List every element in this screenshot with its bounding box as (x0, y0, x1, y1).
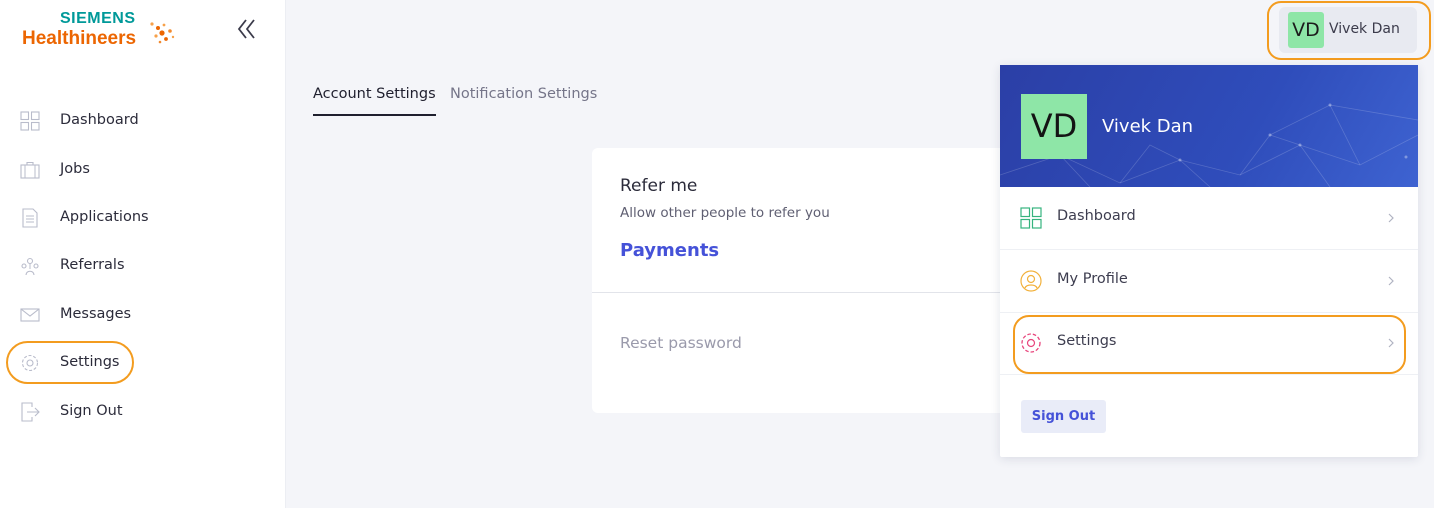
dropdown-item-label: My Profile (1057, 271, 1128, 287)
profile-icon (1020, 270, 1042, 292)
tab-account-settings[interactable]: Account Settings (313, 86, 436, 116)
dropdown-user-name: Vivek Dan (1102, 116, 1194, 137)
user-name: Vivek Dan (1329, 21, 1400, 37)
sidebar-item-label: Jobs (60, 161, 90, 177)
sidebar-item-applications[interactable]: Applications (0, 198, 286, 238)
user-dropdown-menu: VD Vivek Dan Dashboard My Profile Settin… (1000, 65, 1418, 457)
sidebar-item-label: Applications (60, 209, 149, 225)
sidebar-item-label: Referrals (60, 257, 125, 273)
grid-icon (20, 111, 40, 131)
tab-notification-settings[interactable]: Notification Settings (450, 86, 597, 114)
grid-icon (1020, 207, 1042, 229)
payments-link[interactable]: Payments (620, 240, 719, 261)
siemens-healthineers-logo[interactable]: SIEMENS Healthineers (22, 10, 182, 52)
sidebar-item-label: Settings (60, 354, 120, 370)
dropdown-item-settings[interactable]: Settings (1000, 312, 1418, 374)
dropdown-avatar: VD (1021, 94, 1087, 159)
sidebar-item-dashboard[interactable]: Dashboard (0, 101, 286, 141)
account-settings-card: Refer me Allow other people to refer you… (592, 148, 1012, 413)
sidebar-item-label: Dashboard (60, 112, 139, 128)
dropdown-item-label: Settings (1057, 333, 1117, 349)
logo-dots-icon (150, 22, 175, 44)
sidebar-item-label: Sign Out (60, 403, 123, 419)
sidebar-item-messages[interactable]: Messages (0, 295, 286, 335)
chevron-right-icon (1388, 213, 1394, 223)
gear-icon (21, 354, 39, 372)
sign-out-icon (21, 402, 40, 422)
dropdown-item-label: Dashboard (1057, 208, 1136, 224)
sidebar-item-jobs[interactable]: Jobs (0, 150, 286, 190)
logo-line2: Healthineers (22, 28, 137, 49)
sidebar-item-sign-out[interactable]: Sign Out (0, 392, 286, 432)
dropdown-item-dashboard[interactable]: Dashboard (1000, 187, 1418, 249)
chevron-right-icon (1388, 276, 1394, 286)
collapse-sidebar-icon[interactable] (234, 16, 260, 42)
refer-me-description: Allow other people to refer you (620, 205, 830, 221)
chevron-right-icon (1388, 338, 1394, 348)
user-menu-button[interactable]: VD Vivek Dan (1279, 7, 1417, 53)
sign-out-button[interactable]: Sign Out (1021, 400, 1106, 433)
avatar: VD (1288, 12, 1324, 48)
dropdown-item-my-profile[interactable]: My Profile (1000, 250, 1418, 312)
sidebar-item-label: Messages (60, 306, 132, 322)
envelope-icon (20, 308, 40, 322)
dropdown-header: VD Vivek Dan (1000, 65, 1418, 187)
gear-icon (1021, 333, 1041, 353)
sidebar-item-settings[interactable]: Settings (0, 343, 286, 383)
reset-password-link[interactable]: Reset password (620, 334, 742, 352)
sidebar: SIEMENS Healthineers Dashboard Jobs Appl… (0, 0, 286, 508)
people-network-icon (21, 257, 39, 276)
dropdown-separator (1000, 374, 1418, 375)
document-icon (22, 208, 38, 228)
logo-line1: SIEMENS (60, 10, 136, 27)
sidebar-item-referrals[interactable]: Referrals (0, 246, 286, 286)
card-divider (592, 292, 1012, 293)
briefcase-icon (20, 161, 40, 179)
refer-me-title: Refer me (620, 176, 698, 196)
